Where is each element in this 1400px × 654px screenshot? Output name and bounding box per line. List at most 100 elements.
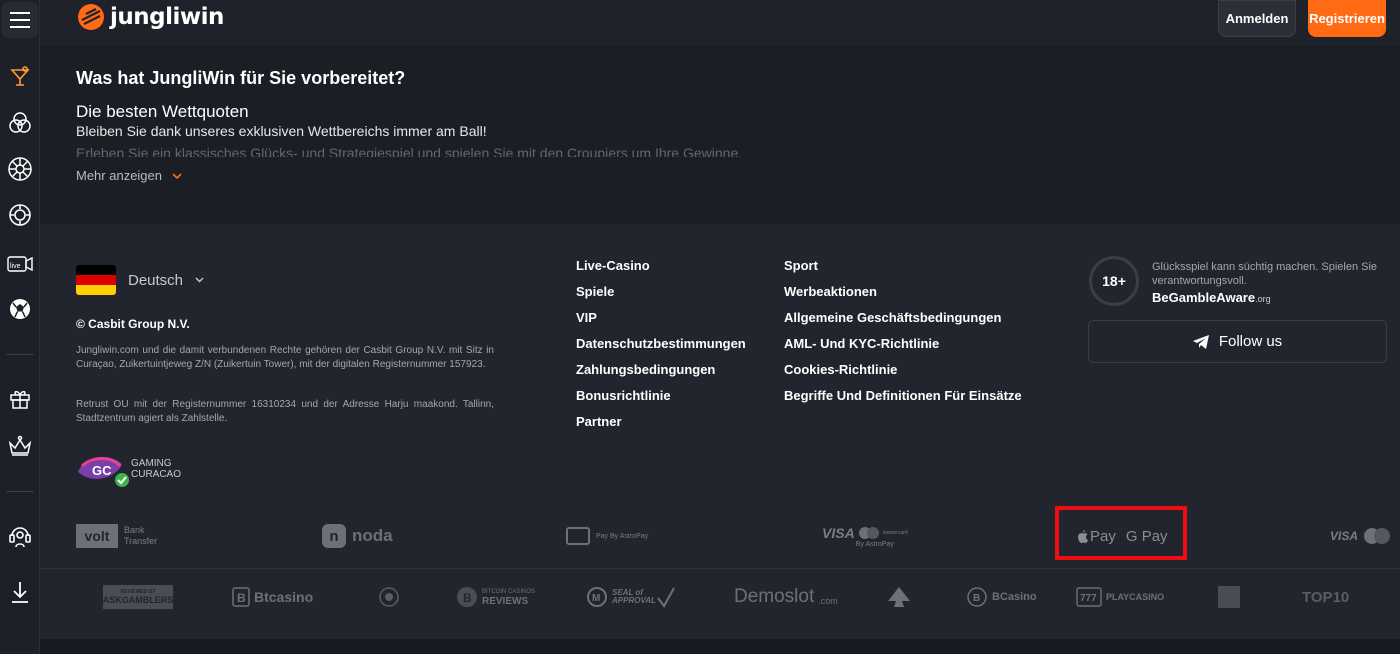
footer: Deutsch © Casbit Group N.V. Jungliwin.co… xyxy=(40,224,1400,639)
demoslot-logo[interactable]: Demoslot .com xyxy=(734,582,838,612)
astropay-label: Pay By AstroPay xyxy=(596,532,649,540)
crown-icon[interactable] xyxy=(6,433,34,461)
noda-label: noda xyxy=(352,526,393,545)
bitcoin-coin-icon: B xyxy=(457,587,477,607)
bcasino-logo[interactable]: B BCasino xyxy=(966,582,1037,612)
footer-link-werbeaktionen[interactable]: Werbeaktionen xyxy=(784,284,1022,300)
footer-link-vip[interactable]: VIP xyxy=(576,310,746,326)
svg-text:live: live xyxy=(10,263,21,270)
begambleaware-link[interactable]: BeGambleAware.org xyxy=(1152,290,1271,305)
footer-link-partner[interactable]: Partner xyxy=(576,414,746,430)
footer-link-spiele[interactable]: Spiele xyxy=(576,284,746,300)
volt-sub-1: Bank xyxy=(124,525,145,535)
legal-text-2: Retrust OU mit der Registernummer 163102… xyxy=(76,399,494,424)
chevron-down-icon xyxy=(195,277,204,283)
svg-text:CURACAO: CURACAO xyxy=(131,469,181,480)
footer-links-column-2: Sport Werbeaktionen Allgemeine Geschäfts… xyxy=(784,258,1022,404)
roulette-icon[interactable] xyxy=(6,155,34,183)
casino-badge-logo[interactable] xyxy=(378,582,400,612)
visa-mastercard-astropay-logo: VISA mastercard By AstroPay xyxy=(822,514,908,558)
menu-button[interactable] xyxy=(2,2,38,38)
info-subtitle: Die besten Wettquoten xyxy=(76,102,249,121)
svg-text:B: B xyxy=(237,591,246,605)
begambleaware-org: .org xyxy=(1255,294,1271,304)
highlight-box xyxy=(1055,506,1187,560)
bottom-band xyxy=(40,639,1400,654)
demoslot-label: Demoslot xyxy=(734,586,815,607)
demoslot-suffix: .com xyxy=(818,596,838,606)
svg-text:M: M xyxy=(592,593,600,604)
gift-icon[interactable] xyxy=(6,385,34,413)
svg-text:GAMING: GAMING xyxy=(131,458,172,469)
language-label: Deutsch xyxy=(128,271,184,289)
mastercard-label: mastercard xyxy=(882,529,908,536)
show-more-button[interactable]: Mehr anzeigen xyxy=(76,168,182,183)
visa-label: VISA xyxy=(822,524,855,541)
interac-logo[interactable] xyxy=(1218,582,1240,612)
footer-link-definitionen[interactable]: Begriffe Und Definitionen Für Einsätze xyxy=(784,388,1022,404)
telegram-icon xyxy=(1192,334,1209,349)
footer-link-cookies[interactable]: Cookies-Richtlinie xyxy=(784,362,1022,378)
info-paragraph-1: Bleiben Sie dank unseres exklusiven Wett… xyxy=(76,123,487,139)
btcasino-logo[interactable]: B Btcasino xyxy=(232,582,313,612)
age-restriction-badge: 18+ xyxy=(1089,256,1139,306)
legal-text-1: Jungliwin.com und die damit verbundenen … xyxy=(76,345,494,370)
playcasino-logo[interactable]: 777 PLAYCASINO xyxy=(1076,582,1164,612)
bcasino-coin-icon: B xyxy=(967,587,987,607)
volt-label: volt xyxy=(76,524,118,548)
register-button[interactable]: Registrieren xyxy=(1308,0,1386,37)
footer-link-datenschutz[interactable]: Datenschutzbestimmungen xyxy=(576,336,746,352)
seal-label: SEAL of APPROVAL xyxy=(612,588,656,605)
begambleaware-label: BeGambleAware xyxy=(1152,290,1256,305)
footer-link-sport[interactable]: Sport xyxy=(784,258,1022,274)
payment-methods: volt Bank Transfer n noda Pay By AstroPa… xyxy=(76,514,1391,558)
visa-sub-label: By AstroPay xyxy=(855,540,894,548)
info-paragraph-2: Erleben Sie ein klassisches Glücks- und … xyxy=(76,145,743,157)
svg-text:B: B xyxy=(463,591,472,605)
cocktail-icon[interactable] xyxy=(6,63,34,91)
support-headset-icon[interactable] xyxy=(6,522,34,550)
follow-us-button[interactable]: Follow us xyxy=(1088,320,1387,363)
askgamblers-logo[interactable]: REVIEWED BY ASKGAMBLERS xyxy=(103,582,173,612)
bitcoin-casinos-reviews-logo[interactable]: B BITCOIN CASINOS REVIEWS xyxy=(456,582,535,612)
show-more-label: Mehr anzeigen xyxy=(76,168,162,183)
gaming-curacao-logo[interactable]: GC GAMING CURACAO xyxy=(76,450,186,490)
footer-link-agb[interactable]: Allgemeine Geschäftsbedingungen xyxy=(784,310,1022,326)
volt-sub-2: Transfer xyxy=(124,536,158,546)
footer-links-column-1: Live-Casino Spiele VIP Datenschutzbestim… xyxy=(576,258,746,430)
sidebar: live xyxy=(0,0,40,654)
spade-logo[interactable] xyxy=(886,582,912,612)
football-icon[interactable] xyxy=(6,295,34,323)
language-selector[interactable]: Deutsch xyxy=(76,265,204,295)
btcasino-label: Btcasino xyxy=(254,589,314,605)
checkmark-icon xyxy=(657,587,675,608)
footer-link-bonusrichtlinie[interactable]: Bonusrichtlinie xyxy=(576,388,746,404)
login-button[interactable]: Anmelden xyxy=(1218,0,1296,37)
top10-label: TOP10 xyxy=(1302,588,1350,606)
mastercard-icon xyxy=(1364,528,1391,544)
astropay-payment-logo: Pay By AstroPay xyxy=(566,514,648,558)
poker-chip-icon[interactable] xyxy=(6,201,34,229)
menu-icon xyxy=(10,12,30,28)
bcasino-label: BCasino xyxy=(992,591,1037,603)
download-icon[interactable] xyxy=(6,578,34,606)
casino-chips-icon[interactable] xyxy=(6,109,34,137)
top-header: jungliwin Anmelden Registrieren xyxy=(40,0,1400,46)
top10-logo[interactable]: TOP10 xyxy=(1302,582,1349,612)
info-title: Was hat JungliWin für Sie vorbereitet? xyxy=(76,68,406,88)
badge-icon xyxy=(379,587,399,607)
footer-link-aml-kyc[interactable]: AML- Und KYC-Richtlinie xyxy=(784,336,1022,352)
bitcoin-icon: B xyxy=(232,587,250,607)
footer-link-zahlungsbedingungen[interactable]: Zahlungsbedingungen xyxy=(576,362,746,378)
askgamblers-label: ASKGAMBLERS xyxy=(102,595,174,605)
copyright: © Casbit Group N.V. xyxy=(76,317,190,331)
svg-text:777: 777 xyxy=(1080,593,1097,604)
seal-of-approval-logo[interactable]: M SEAL of APPROVAL xyxy=(586,582,676,612)
footer-link-live-casino[interactable]: Live-Casino xyxy=(576,258,746,274)
noda-payment-logo: n noda xyxy=(322,514,393,558)
svg-text:GC: GC xyxy=(92,463,112,478)
germany-flag-icon xyxy=(76,265,116,295)
live-camera-icon[interactable]: live xyxy=(6,249,34,277)
site-logo[interactable]: jungliwin xyxy=(76,2,224,32)
visa-mastercard-logo: VISA xyxy=(1330,514,1391,558)
